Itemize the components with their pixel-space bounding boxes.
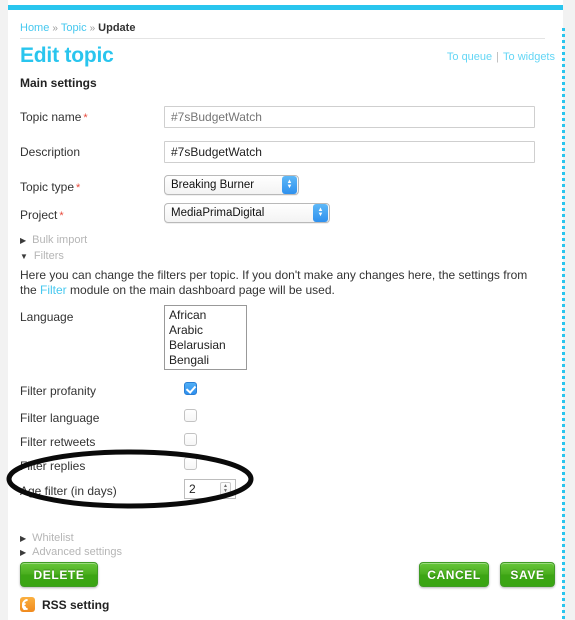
collapsible-bulk-import[interactable]: ▶ Bulk import	[20, 234, 87, 246]
page-root: Home» Topic» Update Edit topic To queue | To…	[0, 0, 575, 620]
label-filter-retweets: Filter retweets	[20, 435, 96, 449]
main-settings-heading: Main settings	[20, 76, 97, 90]
chevron-updown-icon: ▲ ▼	[313, 204, 328, 222]
label-topic-type: Topic type *	[20, 180, 81, 194]
language-option[interactable]: Belarusian	[169, 338, 246, 353]
label-filter-profanity: Filter profanity	[20, 384, 97, 398]
collapsible-advanced-settings[interactable]: ▶ Advanced settings	[20, 546, 122, 558]
rss-setting[interactable]: RSS setting	[19, 596, 110, 613]
topic-name-input[interactable]	[164, 106, 535, 128]
header-link-divider: |	[496, 51, 500, 63]
language-option[interactable]: Bengali	[169, 353, 246, 368]
language-option[interactable]: African	[169, 308, 246, 323]
stepper-arrows-icon[interactable]: ▲ ▼	[220, 481, 231, 497]
accent-top-bar	[8, 5, 563, 10]
label-topic-name: Topic name *	[20, 110, 88, 124]
label-description: Description	[20, 145, 81, 159]
rss-setting-label: RSS setting	[42, 597, 110, 612]
breadcrumb-home[interactable]: Home	[20, 22, 49, 34]
delete-button[interactable]: DELETE	[20, 562, 98, 587]
to-widgets-link[interactable]: To widgets	[503, 51, 555, 63]
description-input[interactable]	[164, 141, 535, 163]
cancel-button[interactable]: CANCEL	[419, 562, 489, 587]
triangle-right-icon: ▶	[20, 236, 27, 245]
breadcrumb-current: Update	[98, 22, 136, 34]
save-button[interactable]: SAVE	[500, 562, 555, 587]
topic-type-select[interactable]: Breaking Burner ▲ ▼	[164, 175, 299, 195]
project-select[interactable]: MediaPrimaDigital ▲ ▼	[164, 203, 330, 223]
topic-type-value: Breaking Burner	[171, 179, 255, 191]
collapsible-filters[interactable]: ▼ Filters	[20, 250, 64, 262]
checkbox-filter-retweets[interactable]	[184, 433, 197, 446]
collapsible-filters-label: Filters	[33, 250, 64, 262]
breadcrumb-separator-1: »	[52, 23, 58, 34]
collapsible-whitelist[interactable]: ▶ Whitelist	[20, 532, 74, 544]
filter-module-link[interactable]: Filter	[40, 283, 67, 297]
checkbox-filter-replies[interactable]	[184, 457, 197, 470]
language-option[interactable]: Arabic	[169, 323, 246, 338]
label-filter-replies: Filter replies	[20, 459, 86, 473]
checkbox-filter-profanity[interactable]	[184, 382, 197, 395]
to-queue-link[interactable]: To queue	[447, 51, 492, 63]
label-project: Project *	[20, 208, 64, 222]
content-panel	[8, 0, 563, 620]
dotted-right-border	[562, 28, 565, 620]
language-listbox[interactable]: African Arabic Belarusian Bengali	[164, 305, 247, 370]
breadcrumb-topic[interactable]: Topic	[61, 22, 87, 34]
filters-description: Here you can change the filters per topi…	[20, 268, 545, 298]
filters-description-part2: module on the main dashboard page will b…	[66, 283, 335, 297]
label-age-filter: Age filter (in days)	[20, 484, 117, 498]
page-title: Edit topic	[20, 44, 114, 67]
project-value: MediaPrimaDigital	[171, 207, 265, 219]
checkbox-filter-language[interactable]	[184, 409, 197, 422]
triangle-right-icon: ▶	[20, 534, 27, 543]
collapsible-bulk-import-label: Bulk import	[32, 234, 88, 246]
breadcrumb-separator-2: »	[89, 23, 96, 34]
breadcrumb: Home» Topic» Update	[20, 22, 135, 34]
label-language: Language	[20, 310, 74, 324]
breadcrumb-divider	[20, 38, 545, 39]
age-filter-value: 2	[189, 482, 196, 496]
triangle-down-icon: ▼	[20, 252, 28, 261]
rss-icon	[19, 596, 36, 613]
collapsible-advanced-settings-label: Advanced settings	[32, 546, 123, 558]
triangle-right-icon: ▶	[20, 548, 27, 557]
collapsible-whitelist-label: Whitelist	[32, 532, 74, 544]
label-filter-language: Filter language	[20, 411, 100, 425]
age-filter-stepper[interactable]: 2 ▲ ▼	[184, 479, 236, 499]
chevron-updown-icon: ▲ ▼	[282, 176, 297, 194]
header-links: To queue | To widgets	[447, 51, 555, 63]
